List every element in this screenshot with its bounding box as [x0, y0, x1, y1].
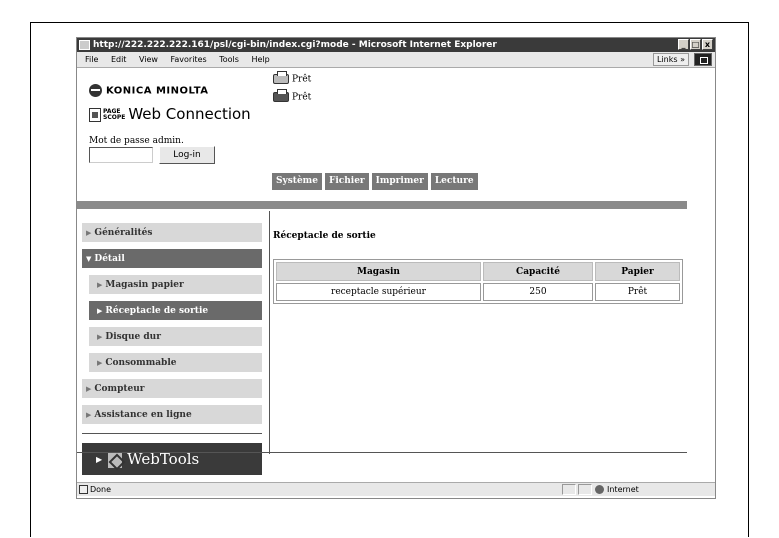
cell-papier: Prêt	[595, 283, 680, 301]
arrow-right-icon: ▶	[96, 455, 103, 464]
links-button[interactable]: Links »	[653, 53, 689, 66]
arrow-right-icon: ▶	[86, 410, 92, 419]
product-title: PAGE SCOPE Web Connection	[89, 105, 251, 123]
minimize-button[interactable]: _	[678, 39, 689, 50]
arrow-right-icon: ▶	[97, 358, 103, 367]
product-name: Web Connection	[128, 105, 251, 123]
main-tabs: Système Fichier Imprimer Lecture	[272, 173, 478, 190]
column-header-capacite: Capacité	[483, 262, 593, 281]
password-label: Mot de passe admin.	[89, 136, 184, 146]
brand-logo: KONICA MINOLTA	[89, 84, 209, 97]
pagescope-mark: PAGE SCOPE	[103, 107, 126, 121]
status-cell	[562, 484, 576, 495]
status-bar: Done Internet	[77, 482, 715, 496]
webtools-button[interactable]: ▶ WebTools	[82, 443, 262, 475]
ie-logo-icon	[694, 53, 712, 66]
receptacle-table: Magasin Capacité Papier receptacle supér…	[273, 259, 683, 304]
tab-lecture[interactable]: Lecture	[430, 173, 478, 190]
section-title: Réceptacle de sortie	[273, 231, 376, 241]
printer-status-1: Prêt	[273, 71, 311, 85]
column-header-magasin: Magasin	[276, 262, 481, 281]
close-button[interactable]: x	[702, 39, 713, 50]
tab-fichier[interactable]: Fichier	[324, 173, 369, 190]
pagescope-icon	[89, 107, 101, 122]
tab-systeme[interactable]: Système	[272, 173, 322, 190]
konica-minolta-logo-icon	[89, 84, 102, 97]
tab-imprimer[interactable]: Imprimer	[371, 173, 428, 190]
status-done: Done	[79, 483, 111, 496]
menu-tools[interactable]: Tools	[214, 52, 244, 68]
printer-status-2: Prêt	[273, 89, 311, 103]
table-row: receptacle supérieur 250 Prêt	[276, 283, 680, 301]
brand-name: KONICA MINOLTA	[106, 85, 209, 97]
menu-help[interactable]: Help	[246, 52, 274, 68]
ie-page-icon	[79, 40, 90, 50]
menu-favorites[interactable]: Favorites	[166, 52, 212, 68]
password-input[interactable]	[89, 147, 153, 163]
menu-bar: File Edit View Favorites Tools Help Link…	[77, 52, 715, 68]
column-header-papier: Papier	[595, 262, 680, 281]
security-zone: Internet	[595, 483, 639, 496]
arrow-right-icon: ▶	[97, 306, 103, 315]
header-divider	[77, 201, 687, 209]
nav-disque-dur[interactable]: ▶ Disque dur	[89, 327, 262, 346]
status-cell	[578, 484, 592, 495]
globe-icon	[595, 485, 604, 494]
cell-magasin: receptacle supérieur	[276, 283, 481, 301]
page-content: KONICA MINOLTA PAGE SCOPE Web Connection M…	[77, 69, 715, 479]
menu-view[interactable]: View	[134, 52, 163, 68]
browser-window: http://222.222.222.161/psl/cgi-bin/index…	[76, 37, 716, 499]
nav-assistance-en-ligne[interactable]: ▶ Assistance en ligne	[82, 405, 262, 424]
login-button[interactable]: Log-in	[159, 146, 215, 164]
nav-receptacle-de-sortie[interactable]: ▶ Réceptacle de sortie	[89, 301, 262, 320]
arrow-right-icon: ▶	[97, 332, 103, 341]
webtools-icon	[108, 452, 123, 468]
title-bar: http://222.222.222.161/psl/cgi-bin/index…	[77, 38, 715, 52]
nav-consommable[interactable]: ▶ Consommable	[89, 353, 262, 372]
page-done-icon	[79, 485, 88, 494]
window-title: http://222.222.222.161/psl/cgi-bin/index…	[93, 40, 497, 50]
nav-magasin-papier[interactable]: ▶ Magasin papier	[89, 275, 262, 294]
arrow-right-icon: ▶	[97, 280, 103, 289]
arrow-down-icon: ▼	[86, 254, 92, 263]
nav-generalites[interactable]: ▶ Généralités	[82, 223, 262, 242]
scanner-icon	[273, 89, 289, 102]
menu-edit[interactable]: Edit	[106, 52, 132, 68]
menu-file[interactable]: File	[77, 52, 103, 68]
restore-button[interactable]: □	[690, 39, 701, 50]
sidebar-divider	[269, 211, 270, 454]
arrow-right-icon: ▶	[86, 384, 92, 393]
cell-capacite: 250	[483, 283, 593, 301]
nav-detail[interactable]: ▼ Détail	[82, 249, 262, 268]
nav-compteur[interactable]: ▶ Compteur	[82, 379, 262, 398]
table-header-row: Magasin Capacité Papier	[276, 262, 680, 281]
printer-icon	[273, 71, 289, 84]
arrow-right-icon: ▶	[86, 228, 92, 237]
nav-separator	[82, 433, 262, 434]
footer-divider	[77, 452, 687, 453]
